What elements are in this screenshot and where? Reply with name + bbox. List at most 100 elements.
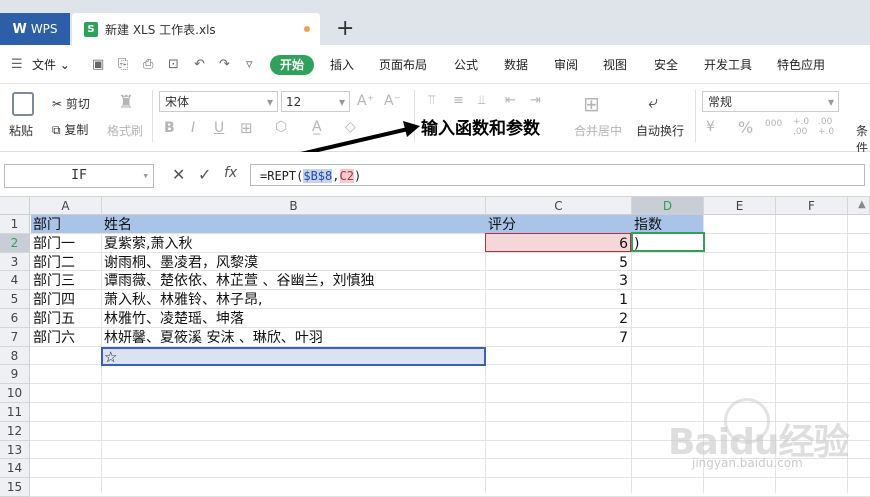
align-bottom-icon[interactable]: ⫫ (478, 93, 485, 108)
tab-developer[interactable]: 开发工具 (704, 57, 752, 73)
select-all-corner[interactable] (0, 197, 30, 215)
number-format-select[interactable]: 常规 ▾ (702, 91, 839, 112)
customize-toolbar-icon[interactable]: ▿ (246, 57, 253, 72)
wps-home-tab[interactable]: W WPS (0, 13, 70, 45)
decrease-font-icon[interactable]: A⁻ (384, 93, 401, 109)
tab-data[interactable]: 数据 (504, 57, 528, 73)
document-tab[interactable]: S 新建 XLS 工作表.xls (72, 13, 320, 45)
row-header-9[interactable]: 9 (0, 365, 30, 385)
cell-b7[interactable]: 林妍馨、夏筱溪 安沫 、琳欣、叶羽 (104, 329, 323, 347)
copy-button[interactable]: ⧉ 复制 (52, 121, 88, 138)
currency-icon[interactable]: ¥ (706, 119, 715, 135)
cell-a7[interactable]: 部门六 (33, 329, 75, 347)
cell-b8-reference-highlight[interactable] (101, 347, 486, 366)
row-header-4[interactable]: 4 (0, 271, 30, 291)
thousands-button[interactable]: 000 (765, 119, 782, 129)
decrease-decimal-button[interactable]: .00 +.0 (818, 117, 834, 137)
undo-icon[interactable]: ↶ (194, 57, 205, 72)
row-header-13[interactable]: 13 (0, 440, 30, 460)
row-header-2[interactable]: 2 (0, 233, 30, 253)
cancel-formula-icon[interactable]: ✕ (172, 165, 185, 184)
tab-review[interactable]: 审阅 (554, 57, 578, 73)
bold-button[interactable]: B (164, 120, 175, 136)
paste-icon[interactable] (12, 92, 34, 116)
column-header-a[interactable]: A (30, 197, 102, 215)
confirm-formula-icon[interactable]: ✓ (198, 165, 211, 184)
cell-b2[interactable]: 夏紫萦,萧入秋 (104, 235, 192, 253)
merge-center-icon[interactable]: ⊞ (583, 92, 600, 116)
cut-button[interactable]: ✂ 剪切 (52, 95, 90, 112)
cell-a2[interactable]: 部门一 (33, 235, 75, 253)
file-menu[interactable]: 文件 ⌄ (32, 57, 70, 73)
cell-b6[interactable]: 林雅竹、凌楚瑶、坤落 (104, 310, 244, 328)
insert-function-icon[interactable]: fx (224, 165, 237, 181)
active-cell-d2[interactable] (631, 232, 705, 252)
border-icon[interactable]: ⊞ (240, 119, 253, 137)
column-header-d[interactable]: D (632, 197, 704, 215)
cell-c1[interactable]: 评分 (488, 216, 516, 234)
conditional-format-button[interactable]: 条件 (856, 122, 870, 156)
cell-d2[interactable]: ) (634, 235, 639, 253)
wrap-text-icon[interactable]: ⤶ (648, 92, 658, 113)
font-size-select[interactable]: 12 ▾ (281, 91, 350, 112)
row-header-5[interactable]: 5 (0, 290, 30, 309)
cell-a4[interactable]: 部门三 (33, 272, 75, 290)
new-tab-button[interactable]: + (336, 14, 354, 44)
merge-center-button[interactable]: 合并居中 (574, 122, 622, 139)
cell-b4[interactable]: 谭雨薇、楚依依、林芷萱 、谷幽兰，刘慎独 (104, 272, 374, 290)
cell-b1[interactable]: 姓名 (104, 216, 132, 234)
row-header-7[interactable]: 7 (0, 327, 30, 347)
cell-b8[interactable]: ☆ (104, 348, 117, 366)
row-header-15[interactable]: 15 (0, 478, 30, 497)
cell-c2[interactable]: 6 (486, 235, 628, 253)
font-name-select[interactable]: 宋体 ▾ (159, 91, 278, 112)
print-preview-icon[interactable]: ⊡ (168, 57, 179, 72)
row-header-14[interactable]: 14 (0, 459, 30, 479)
align-top-icon[interactable]: ⫪ (428, 93, 435, 108)
export-pdf-icon[interactable]: ⎘ (118, 57, 128, 72)
cell-c7[interactable]: 7 (486, 329, 628, 347)
cell-a1[interactable]: 部门 (33, 216, 61, 234)
save-icon[interactable]: ▣ (92, 57, 104, 72)
formula-input[interactable]: =REPT($B$8,C2) (250, 164, 865, 186)
cell-a3[interactable]: 部门二 (33, 254, 75, 272)
align-middle-icon[interactable]: ≡ (453, 93, 464, 108)
redo-icon[interactable]: ↷ (219, 57, 230, 72)
cell-c5[interactable]: 1 (486, 291, 628, 309)
row-header-10[interactable]: 10 (0, 384, 30, 403)
auto-wrap-button[interactable]: 自动换行 (636, 122, 684, 139)
print-icon[interactable]: ⎙ (143, 57, 153, 72)
format-painter-icon[interactable]: ♜ (118, 92, 134, 113)
row-header-6[interactable]: 6 (0, 309, 30, 328)
cell-a5[interactable]: 部门四 (33, 291, 75, 309)
tab-insert[interactable]: 插入 (330, 57, 354, 73)
cell-b5[interactable]: 萧入秋、林雅铃、林子昂, (104, 291, 262, 309)
hamburger-menu-icon[interactable]: ☰ (11, 57, 23, 72)
scroll-up-icon[interactable]: ▲ (858, 199, 866, 210)
row-header-12[interactable]: 12 (0, 421, 30, 441)
cell-d1[interactable]: 指数 (634, 216, 662, 234)
percent-button[interactable]: % (738, 118, 753, 137)
tab-view[interactable]: 视图 (603, 57, 627, 73)
increase-font-icon[interactable]: A⁺ (357, 93, 374, 109)
column-header-b[interactable]: B (102, 197, 486, 215)
cell-c3[interactable]: 5 (486, 254, 628, 272)
row-header-8[interactable]: 8 (0, 346, 30, 366)
italic-button[interactable]: I (191, 120, 195, 136)
cell-c6[interactable]: 2 (486, 310, 628, 328)
underline-button[interactable]: U (214, 120, 224, 136)
tab-page-layout[interactable]: 页面布局 (379, 57, 427, 73)
tab-special[interactable]: 特色应用 (777, 57, 825, 73)
column-header-c[interactable]: C (486, 197, 632, 215)
cell-a6[interactable]: 部门五 (33, 310, 75, 328)
increase-decimal-button[interactable]: +.0 .00 (793, 117, 809, 137)
row-header-1[interactable]: 1 (0, 215, 30, 234)
column-header-f[interactable]: F (776, 197, 848, 215)
tab-formulas[interactable]: 公式 (454, 57, 478, 73)
paste-button[interactable]: 粘贴 (9, 122, 33, 139)
row-header-11[interactable]: 11 (0, 403, 30, 422)
tab-start[interactable]: 开始 (270, 55, 314, 75)
format-painter-button[interactable]: 格式刷 (107, 122, 143, 139)
cell-b3[interactable]: 谢雨桐、墨凌君，风黎漠 (104, 254, 258, 272)
column-header-e[interactable]: E (704, 197, 776, 215)
